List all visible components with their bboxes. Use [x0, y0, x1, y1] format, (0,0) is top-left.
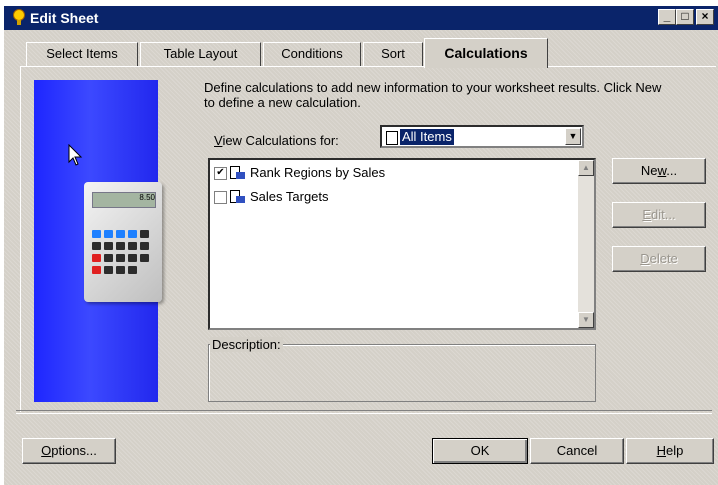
edit-button[interactable]: Edit...	[612, 202, 706, 228]
scroll-up-icon[interactable]: ▲	[578, 160, 594, 176]
view-calculations-select[interactable]: All Items ▼	[380, 125, 584, 148]
maximize-button[interactable]: □	[676, 9, 694, 25]
tab-sort[interactable]: Sort	[363, 42, 423, 66]
select-value: All Items	[400, 129, 454, 145]
calculation-icon	[230, 166, 245, 179]
calculation-checkbox[interactable]: ✔	[214, 167, 227, 180]
calculator-graphic: 8.50	[84, 182, 162, 302]
lightbulb-icon	[13, 9, 25, 25]
calculation-icon	[230, 190, 245, 203]
help-button[interactable]: Help	[626, 438, 714, 464]
title-bar[interactable]: Edit Sheet _ □ ×	[4, 6, 718, 30]
list-item[interactable]: ✔ Rank Regions by Sales	[214, 164, 574, 182]
description-box	[208, 344, 596, 402]
chevron-down-icon[interactable]: ▼	[565, 128, 581, 145]
tab-conditions[interactable]: Conditions	[263, 42, 361, 66]
close-button[interactable]: ×	[696, 9, 714, 25]
list-scrollbar[interactable]: ▲ ▼	[578, 160, 594, 328]
calculator-display: 8.50	[92, 192, 156, 208]
cancel-button[interactable]: Cancel	[530, 438, 624, 464]
tab-table-layout[interactable]: Table Layout	[140, 42, 261, 66]
minimize-button[interactable]: _	[658, 9, 676, 25]
scroll-down-icon[interactable]: ▼	[578, 312, 594, 328]
calculation-label: Sales Targets	[250, 189, 329, 204]
delete-button[interactable]: Delete	[612, 246, 706, 272]
description-label: Description:	[210, 337, 283, 352]
document-icon	[386, 131, 398, 145]
calculation-label: Rank Regions by Sales	[250, 165, 386, 180]
tab-calculations[interactable]: Calculations	[424, 38, 548, 68]
ok-button[interactable]: OK	[432, 438, 528, 464]
list-item[interactable]: Sales Targets	[214, 188, 574, 206]
calculation-checkbox[interactable]	[214, 191, 227, 204]
calculations-list[interactable]: ✔ Rank Regions by Sales Sales Targets ▲ …	[208, 158, 596, 330]
window-title: Edit Sheet	[30, 10, 99, 26]
new-button[interactable]: New...	[612, 158, 706, 184]
options-button[interactable]: Options...	[22, 438, 116, 464]
view-calculations-label: View Calculations for:	[214, 133, 339, 148]
instructions-text: Define calculations to add new informati…	[204, 80, 662, 110]
footer-separator	[16, 410, 712, 414]
mouse-pointer-icon	[68, 144, 83, 166]
tab-select-items[interactable]: Select Items	[26, 42, 138, 66]
